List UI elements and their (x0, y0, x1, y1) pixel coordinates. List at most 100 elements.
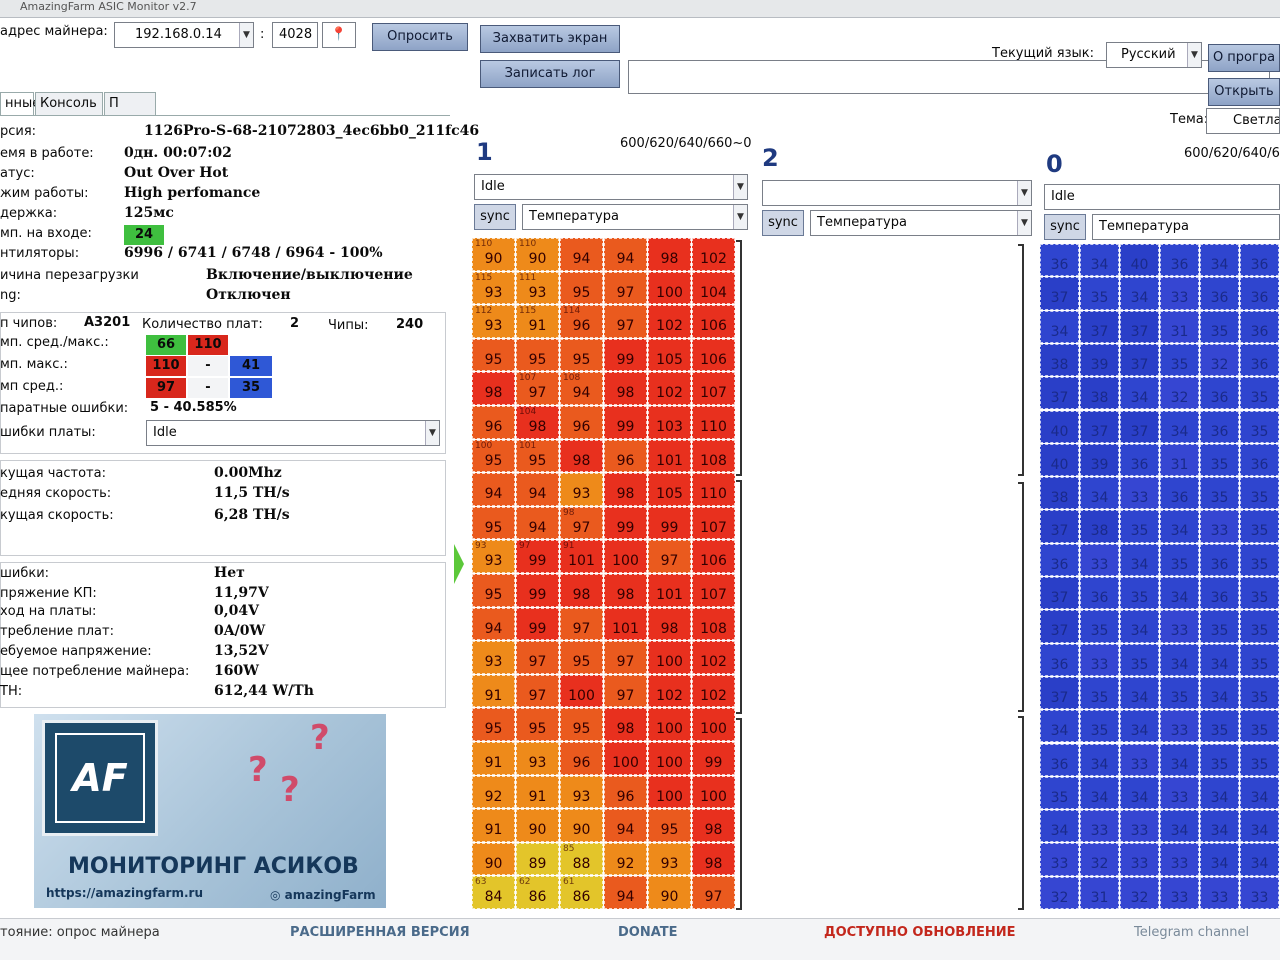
chip-cell[interactable]: 95 (516, 338, 559, 372)
chip-cell[interactable]: 97 (516, 641, 559, 674)
board-1-sync-button[interactable]: sync (474, 204, 516, 230)
chip-cell[interactable]: 62 86 (516, 876, 559, 909)
chip-cell[interactable]: 110 90 (472, 238, 515, 271)
chip-cell[interactable]: 36 (1160, 244, 1199, 277)
chip-cell[interactable]: 101 (648, 574, 691, 607)
chip-cell[interactable]: 107 (692, 506, 735, 540)
tab-data[interactable]: нные (0, 92, 40, 116)
chip-cell[interactable]: 35 (1200, 610, 1239, 643)
chip-cell[interactable]: 100 (648, 708, 691, 741)
chip-cell[interactable]: 96 (560, 406, 603, 439)
chip-cell[interactable]: 35 (1040, 776, 1079, 810)
chip-cell[interactable]: 37 (1080, 310, 1119, 343)
chip-cell[interactable]: 35 (1080, 277, 1119, 310)
chip-cell[interactable]: 94 (604, 238, 647, 271)
chip-cell[interactable]: 36 (1240, 443, 1279, 477)
chip-cell[interactable]: 99 (604, 406, 647, 439)
chip-cell[interactable]: 34 (1120, 676, 1159, 710)
chip-cell[interactable]: 100 (648, 742, 691, 775)
chip-cell[interactable]: 35 (1240, 377, 1279, 410)
pin-button[interactable]: 📍 (322, 22, 356, 48)
chip-cell[interactable]: 98 (692, 809, 735, 842)
chip-cell[interactable]: 34 (1200, 843, 1239, 876)
chip-cell[interactable]: 97 (648, 540, 691, 573)
chip-cell[interactable]: 37 (1040, 610, 1079, 643)
chip-cell[interactable]: 104 98 (516, 406, 559, 439)
chip-cell[interactable]: 34 (1160, 643, 1199, 676)
chevron-down-icon[interactable]: ▼ (425, 421, 439, 445)
chip-cell[interactable]: 33 (1080, 543, 1119, 576)
chip-cell[interactable]: 37 (1120, 343, 1159, 377)
chip-cell[interactable]: 107 (692, 372, 735, 405)
chip-cell[interactable]: 35 (1240, 543, 1279, 576)
capture-screen-button[interactable]: Захватить экран (480, 25, 620, 53)
open-button[interactable]: Открыть (1208, 78, 1280, 106)
chip-cell[interactable]: 32 (1040, 876, 1079, 909)
chip-cell[interactable]: 34 (1160, 410, 1199, 443)
chip-cell[interactable]: 112 93 (472, 305, 515, 338)
chip-cell[interactable]: 35 (1160, 343, 1199, 377)
chip-cell[interactable]: 31 (1160, 310, 1199, 343)
chip-cell[interactable]: 36 (1200, 377, 1239, 410)
chip-cell[interactable]: 36 (1200, 577, 1239, 610)
ip-combobox[interactable]: 192.168.0.14 ▼ (114, 22, 254, 48)
chip-cell[interactable]: 33 (1120, 743, 1159, 776)
splitter-handle[interactable] (454, 544, 464, 584)
chip-cell[interactable]: 95 (560, 708, 603, 741)
chip-cell[interactable]: 91 (516, 775, 559, 809)
chip-cell[interactable]: 34 (1200, 643, 1239, 676)
chip-cell[interactable]: 36 (1240, 343, 1279, 377)
chip-cell[interactable]: 34 (1040, 710, 1079, 743)
promo-banner[interactable]: AF AMAZING FARM ? ? ? МОНИТОРИНГ АСИКОВ … (34, 714, 386, 908)
chip-cell[interactable]: 35 (1240, 710, 1279, 743)
chip-cell[interactable]: 36 (1200, 410, 1239, 443)
chip-cell[interactable]: 32 (1120, 876, 1159, 909)
board-1-mode-select[interactable]: Температура ▼ (522, 204, 748, 230)
chip-cell[interactable]: 36 (1240, 277, 1279, 310)
chip-cell[interactable]: 93 (516, 742, 559, 775)
chip-cell[interactable]: 101 95 (516, 439, 559, 473)
chip-cell[interactable]: 34 (1120, 776, 1159, 810)
chip-cell[interactable]: 35 (1240, 743, 1279, 776)
chip-cell[interactable]: 99 (604, 506, 647, 540)
chip-cell[interactable]: 34 (1080, 776, 1119, 810)
chip-cell[interactable]: 100 (692, 775, 735, 809)
chip-cell[interactable]: 90 (560, 809, 603, 842)
chip-cell[interactable]: 95 (472, 338, 515, 372)
chip-cell[interactable]: 97 (692, 876, 735, 909)
chip-cell[interactable]: 98 (604, 708, 647, 741)
chip-cell[interactable]: 93 (560, 473, 603, 506)
chip-cell[interactable]: 115 91 (516, 305, 559, 338)
chip-cell[interactable]: 33 (1160, 710, 1199, 743)
chip-cell[interactable]: 37 (1080, 410, 1119, 443)
tab-console[interactable]: Консоль (35, 92, 103, 116)
chip-cell[interactable]: 98 (560, 439, 603, 473)
chip-cell[interactable]: 97 (604, 305, 647, 338)
chip-cell[interactable]: 102 (692, 238, 735, 271)
chip-cell[interactable]: 37 (1120, 410, 1159, 443)
chip-cell[interactable]: 34 (1080, 743, 1119, 776)
chip-cell[interactable]: 97 (516, 674, 559, 708)
chip-cell[interactable]: 99 (648, 506, 691, 540)
chip-cell[interactable]: 94 (516, 506, 559, 540)
chip-cell[interactable]: 34 (1240, 776, 1279, 810)
chip-cell[interactable]: 111 93 (516, 271, 559, 305)
chip-cell[interactable]: 98 (604, 574, 647, 607)
chip-cell[interactable]: 102 (648, 674, 691, 708)
theme-select[interactable]: Светла (1206, 108, 1280, 134)
chip-cell[interactable]: 36 (1120, 443, 1159, 477)
chip-cell[interactable]: 34 (1200, 244, 1239, 277)
chip-cell[interactable]: 37 (1040, 577, 1079, 610)
chip-cell[interactable]: 106 (692, 338, 735, 372)
chip-cell[interactable]: 34 (1160, 810, 1199, 843)
chip-cell[interactable]: 98 (604, 372, 647, 405)
chip-cell[interactable]: 35 (1200, 710, 1239, 743)
port-input[interactable]: 4028 (272, 22, 318, 48)
chevron-down-icon[interactable]: ▼ (1017, 211, 1031, 235)
write-log-button[interactable]: Записать лог (480, 60, 620, 88)
chip-cell[interactable]: 36 (1040, 244, 1079, 277)
chip-cell[interactable]: 98 97 (560, 506, 603, 540)
chip-cell[interactable]: 107 (692, 574, 735, 607)
chip-cell[interactable]: 97 (604, 271, 647, 305)
chip-cell[interactable]: 97 99 (516, 540, 559, 573)
